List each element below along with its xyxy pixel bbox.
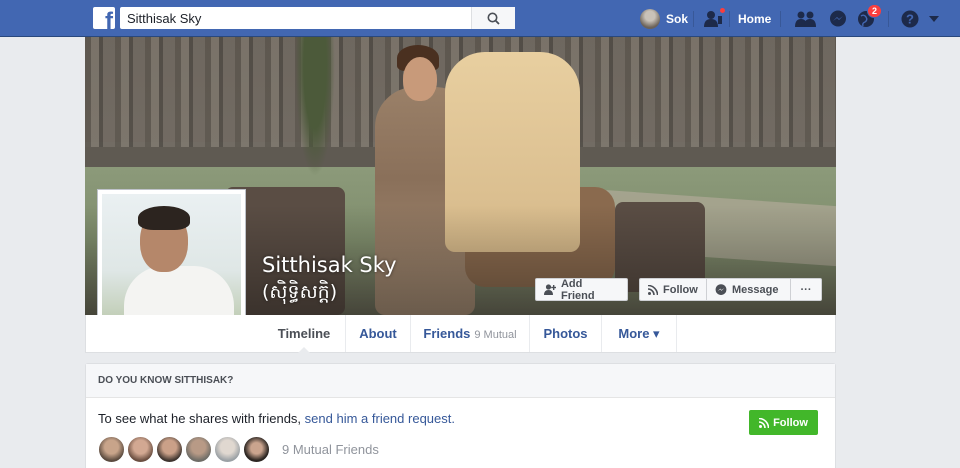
mutual-friend-avatar[interactable]: [127, 436, 154, 463]
message-button[interactable]: Message: [706, 278, 791, 301]
profile-tabs: Timeline About Friends 9 Mutual Photos Mo…: [85, 315, 836, 353]
nav-divider: [780, 11, 781, 27]
svg-text:?: ?: [906, 12, 914, 27]
nav-divider: [729, 11, 730, 27]
follow-label: Follow: [773, 416, 808, 429]
search-button[interactable]: [471, 7, 515, 29]
profile-alternate-name: (ស៊ិទ្ធិសក្តិ): [262, 281, 338, 303]
user-name: Sok: [666, 11, 689, 26]
search-icon: [487, 12, 500, 25]
facebook-logo-icon[interactable]: f: [93, 7, 115, 29]
send-friend-request-link[interactable]: send him a friend request.: [305, 411, 455, 426]
notifications-button[interactable]: 2: [854, 4, 882, 31]
help-button[interactable]: ?: [898, 7, 922, 31]
mutual-friend-avatar[interactable]: [243, 436, 270, 463]
cover-person: [403, 57, 437, 101]
mutual-friends-count: 9 Mutual: [474, 329, 517, 341]
profile-shortcut[interactable]: Sok: [640, 0, 688, 37]
home-link[interactable]: Home: [738, 0, 771, 37]
do-you-know-title: DO YOU KNOW SITTHISAK?: [86, 364, 835, 398]
friend-requests-button[interactable]: [794, 7, 818, 31]
friend-request-prompt: To see what he shares with friends, send…: [98, 411, 455, 426]
messages-button[interactable]: [826, 7, 850, 31]
help-icon: ?: [901, 10, 919, 28]
mutual-friend-avatar[interactable]: [185, 436, 212, 463]
messenger-icon: [715, 283, 727, 295]
more-options-label: ···: [800, 283, 812, 296]
mutual-friend-avatar[interactable]: [214, 436, 241, 463]
tab-about[interactable]: About: [346, 315, 411, 352]
new-indicator: [719, 7, 726, 14]
profile-photo-figure: [138, 206, 190, 230]
find-friends-button[interactable]: [702, 7, 726, 31]
cover-tree: [295, 37, 335, 177]
tab-more[interactable]: More ▾: [602, 315, 677, 352]
caret-down-icon: [929, 16, 939, 22]
mutual-friend-avatar[interactable]: [156, 436, 183, 463]
notification-badge: 2: [866, 4, 882, 18]
prompt-text: To see what he shares with friends,: [98, 411, 305, 426]
rss-icon: [648, 284, 658, 295]
do-you-know-box: DO YOU KNOW SITTHISAK? To see what he sh…: [85, 363, 836, 468]
profile-photo: [102, 194, 241, 333]
follow-button-secondary[interactable]: Follow: [749, 410, 818, 435]
follow-button[interactable]: Follow: [639, 278, 707, 301]
tab-timeline[interactable]: Timeline: [263, 315, 346, 353]
tab-label: Photos: [543, 326, 588, 341]
messenger-icon: [830, 10, 846, 27]
top-navigation-bar: f Sok Home 2 ?: [0, 0, 960, 37]
search-box: [120, 7, 515, 29]
avatar: [640, 8, 660, 29]
message-label: Message: [732, 283, 779, 296]
account-menu-button[interactable]: [926, 7, 942, 31]
tab-label: About: [359, 326, 397, 341]
rss-icon: [759, 417, 770, 428]
add-friend-icon: [544, 284, 556, 295]
nav-divider: [693, 11, 694, 27]
nav-divider: [888, 11, 889, 27]
follow-label: Follow: [663, 283, 698, 296]
more-options-button[interactable]: ···: [790, 278, 822, 301]
home-label: Home: [738, 11, 772, 26]
search-input[interactable]: [120, 7, 470, 29]
tab-friends[interactable]: Friends 9 Mutual: [411, 315, 530, 352]
tab-label: More ▾: [618, 326, 660, 341]
tab-label: Timeline: [277, 326, 331, 341]
tab-label: Friends: [423, 326, 471, 341]
add-friend-label: Add Friend: [560, 277, 595, 302]
mutual-friends-row: 9 Mutual Friends: [98, 436, 379, 463]
profile-name: Sitthisak Sky: [262, 253, 397, 277]
mutual-friends-label[interactable]: 9 Mutual Friends: [282, 442, 379, 457]
mutual-friend-avatar[interactable]: [98, 436, 125, 463]
friend-requests-icon: [795, 11, 816, 27]
tab-photos[interactable]: Photos: [530, 315, 602, 352]
add-friend-button[interactable]: Add Friend: [535, 277, 628, 302]
